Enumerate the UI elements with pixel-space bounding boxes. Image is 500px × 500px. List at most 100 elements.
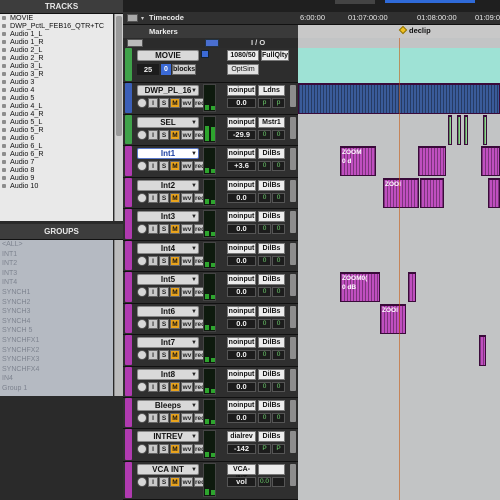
solo-button[interactable]: S [159, 382, 169, 392]
pan-right[interactable] [272, 477, 285, 487]
pan-left[interactable]: p [258, 98, 271, 108]
track-scroll-handle[interactable] [290, 337, 296, 359]
track-name[interactable]: Int1 ▼ [137, 148, 199, 159]
record-enable-button[interactable] [137, 382, 147, 392]
pan-left[interactable]: 0 [258, 161, 271, 171]
track-menu-chevron-icon[interactable]: ▼ [191, 371, 197, 380]
track-name[interactable]: Int4 ▼ [137, 243, 199, 254]
timeline-area[interactable]: ZOOM 0 d ZOOI ZOOM0(0 dB ZOOI [298, 38, 500, 500]
int1-clip-zoom[interactable]: ZOOM 0 d [340, 146, 376, 176]
track-color-strip[interactable] [125, 209, 132, 239]
pan-left[interactable]: P [258, 444, 271, 454]
track-menu-chevron-icon[interactable]: ▼ [191, 339, 197, 348]
track-input[interactable]: noinput [227, 180, 256, 191]
track-scroll-handle[interactable] [290, 243, 296, 265]
pan-left[interactable]: 0 [258, 193, 271, 203]
track-output[interactable]: DilBs [258, 148, 285, 159]
pan-right[interactable]: 0 [272, 161, 285, 171]
pan-left[interactable]: 0 [258, 130, 271, 140]
track-output[interactable]: DilBs [258, 400, 285, 411]
pan-right[interactable]: 0 [272, 287, 285, 297]
record-enable-button[interactable] [137, 350, 147, 360]
solo-button[interactable]: S [159, 413, 169, 423]
groups-list-item[interactable]: SYNCH1 [0, 288, 113, 298]
record-enable-button[interactable] [137, 477, 147, 487]
track-scroll-handle[interactable] [290, 400, 296, 422]
track-input[interactable]: noinput [227, 306, 256, 317]
record-enable-button[interactable] [137, 98, 147, 108]
int2-clip[interactable] [420, 178, 444, 208]
mute-button[interactable]: M [170, 161, 180, 171]
sel-clip[interactable] [448, 115, 452, 145]
track-input[interactable]: noinput [227, 148, 256, 159]
groups-list-item[interactable]: Group 1 [0, 384, 113, 394]
track-color-strip[interactable] [125, 178, 132, 207]
track-name[interactable]: Int6 ▼ [137, 306, 199, 317]
groups-list-item[interactable]: INT4 [0, 278, 113, 288]
groups-list[interactable]: <ALL> INT1 INT2 INT3 INT4 SYNCH1 SYNCH2 SYNCH3 S… [0, 240, 113, 396]
track-color-strip[interactable] [125, 429, 132, 460]
pan-right[interactable]: 0 [272, 319, 285, 329]
track-scroll-handle[interactable] [290, 274, 296, 296]
track-output[interactable]: DilBs [258, 337, 285, 348]
track-menu-chevron-icon[interactable]: ▼ [191, 87, 197, 96]
record-enable-button[interactable] [137, 130, 147, 140]
track-name[interactable]: Int2 ▼ [137, 180, 199, 191]
solo-button[interactable]: S [159, 161, 169, 171]
track-scroll-handle[interactable] [290, 180, 296, 202]
track-output[interactable]: DilBs [258, 431, 285, 442]
track-int8[interactable]: Int8 ▼ I S M wv red noinput DilBs 0.0 00 [123, 367, 298, 398]
groups-list-item[interactable]: SYNCH2 [0, 298, 113, 308]
view-button[interactable]: wv [181, 130, 193, 140]
track-color-strip[interactable] [125, 241, 132, 270]
track-color-strip[interactable] [125, 304, 132, 333]
track-output[interactable]: DilBs [258, 243, 285, 254]
track-int1[interactable]: Int1 ▼ I S M wv red noinput DilBs +3.6 00 [123, 146, 298, 178]
track-name[interactable]: Int8 ▼ [137, 369, 199, 380]
markers-ruler[interactable]: Markers declip [123, 24, 500, 38]
groups-list-item[interactable]: SYNCHFX3 [0, 355, 113, 365]
int5-clip[interactable] [408, 272, 416, 302]
track-vca-int[interactable]: VCA INT▼ I S M wv red VCA-INT vol 0.0 [123, 462, 298, 500]
sel-clip[interactable] [457, 115, 461, 145]
groups-list-item[interactable]: <ALL> [0, 240, 113, 250]
view-button[interactable]: wv [181, 98, 193, 108]
track-color-strip[interactable] [125, 83, 132, 113]
track-int4[interactable]: Int4 ▼ I S M wv red noinput DilBs 0.0 00 [123, 241, 298, 272]
tracks-list[interactable]: MOVIE DWP_PctL_FEB16_QTR+TC Audio 1_L Audio… [0, 14, 113, 221]
track-int5[interactable]: Int5 ▼ I S M wv red noinput DilBs 0.0 00 [123, 272, 298, 304]
view-button[interactable]: wv [181, 382, 193, 392]
view-button[interactable]: wv [181, 413, 193, 423]
track-output[interactable]: DilBs [258, 306, 285, 317]
record-enable-button[interactable] [137, 444, 147, 454]
volume-value[interactable]: vol [227, 477, 256, 487]
int1-clip[interactable] [418, 146, 446, 176]
track-input[interactable]: noinput [227, 337, 256, 348]
input-monitor-button[interactable]: I [148, 444, 158, 454]
track-view-menu-icon[interactable] [127, 39, 143, 47]
mute-button[interactable]: M [170, 444, 180, 454]
input-monitor-button[interactable]: I [148, 382, 158, 392]
mute-button[interactable]: M [170, 382, 180, 392]
solo-button[interactable]: S [159, 130, 169, 140]
pan-right[interactable]: 0 [272, 130, 285, 140]
pan-right[interactable]: 0 [272, 350, 285, 360]
track-menu-chevron-icon[interactable]: ▼ [191, 182, 197, 191]
track-menu-chevron-icon[interactable]: ▼ [191, 402, 197, 411]
mute-button[interactable]: M [170, 350, 180, 360]
track-int3[interactable]: Int3 ▼ I S M wv red noinput DilBs 0.0 00 [123, 209, 298, 241]
input-monitor-button[interactable]: I [148, 413, 158, 423]
track-name[interactable]: Bleeps ▼ [137, 400, 199, 411]
solo-button[interactable]: S [159, 287, 169, 297]
track-input[interactable]: noinput [227, 117, 256, 128]
volume-value[interactable]: 0.0 [227, 98, 256, 108]
pan-right[interactable]: 0 [272, 413, 285, 423]
volume-value[interactable]: 0.0 [227, 256, 256, 266]
view-button[interactable]: wv [181, 477, 193, 487]
view-button[interactable]: wv [181, 287, 193, 297]
record-enable-button[interactable] [137, 224, 147, 234]
track-input[interactable]: noinput [227, 211, 256, 222]
track-int7[interactable]: Int7 ▼ I S M wv red noinput DilBs 0.0 00 [123, 335, 298, 367]
track-name[interactable]: DWP_PL_16 ▼ [137, 85, 199, 96]
track-name[interactable]: SEL ▼ [137, 117, 199, 128]
